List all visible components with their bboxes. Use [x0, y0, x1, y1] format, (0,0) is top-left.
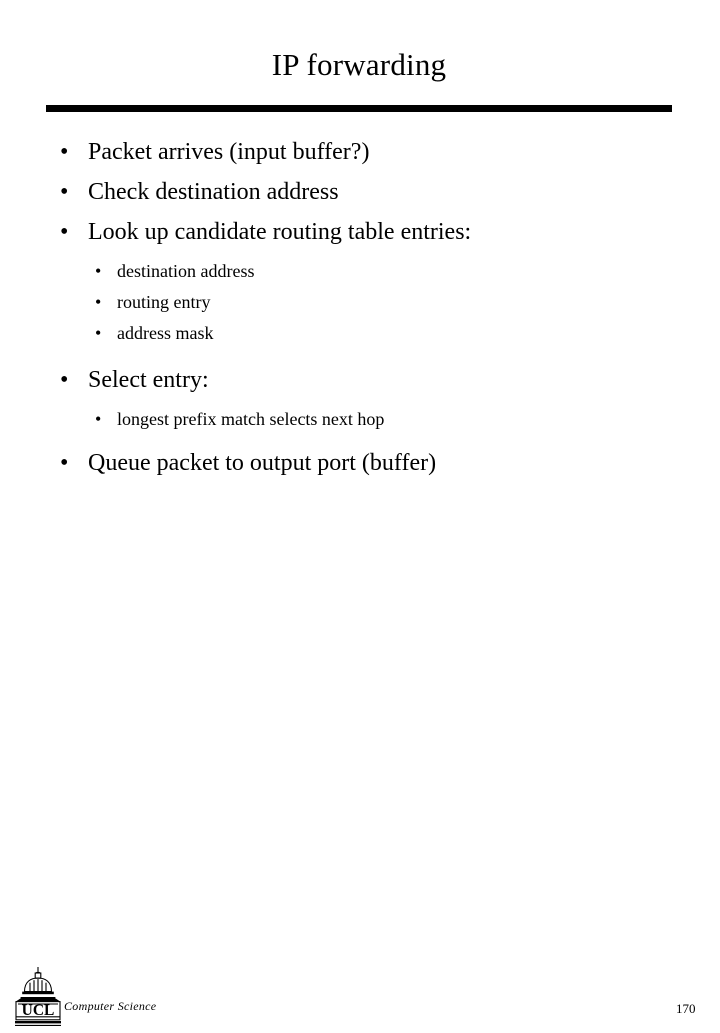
department-label: Computer Science [64, 999, 157, 1013]
list-item-label: Look up candidate routing table entries: [88, 219, 472, 245]
list-spacer [0, 349, 720, 360]
bullet-icon: • [95, 261, 102, 281]
title-divider [46, 105, 672, 112]
bullet-icon: • [95, 292, 102, 312]
sub-bullet-list: • longest prefix match selects next hop [0, 404, 720, 435]
list-item-label: Select entry: [88, 367, 209, 393]
bullet-list: • Packet arrives (input buffer?) • Check… [0, 132, 720, 483]
page-number: 170 [676, 1001, 696, 1016]
list-item: • address mask [0, 318, 720, 349]
sub-bullet-list: • destination address • routing entry • … [0, 256, 720, 349]
list-item: • Queue packet to output port (buffer) [0, 443, 720, 483]
list-item: • destination address [0, 256, 720, 287]
list-item: • Look up candidate routing table entrie… [0, 212, 720, 252]
ucl-logo-text: UCL [22, 1002, 55, 1019]
bullet-icon: • [60, 450, 69, 476]
bullet-icon: • [95, 323, 102, 343]
page-title: IP forwarding [271, 47, 447, 82]
bullet-icon: • [60, 367, 69, 393]
list-item-label: longest prefix match selects next hop [117, 409, 385, 429]
bullet-icon: • [60, 139, 69, 165]
bullet-icon: • [95, 409, 102, 429]
list-item: • longest prefix match selects next hop [0, 404, 720, 435]
list-item-label: Check destination address [88, 179, 339, 205]
slide-footer: UCL Computer Science 170 [0, 480, 720, 1026]
list-item: • Check destination address [0, 172, 720, 212]
list-item-label: Packet arrives (input buffer?) [88, 139, 370, 165]
bullet-icon: • [60, 219, 69, 245]
ucl-logo-icon: UCL [13, 966, 63, 1028]
list-item: • Select entry: [0, 360, 720, 400]
bullet-icon: • [60, 179, 69, 205]
slide-body: • Packet arrives (input buffer?) • Check… [0, 132, 720, 483]
list-item-label: routing entry [117, 292, 211, 312]
slide: IP forwarding • Packet arrives (input bu… [0, 0, 720, 1026]
list-item: • Packet arrives (input buffer?) [0, 132, 720, 172]
list-spacer [0, 435, 720, 443]
list-item-label: address mask [117, 323, 214, 343]
list-item-label: Queue packet to output port (buffer) [88, 450, 437, 476]
list-item: • routing entry [0, 287, 720, 318]
list-item-label: destination address [117, 261, 255, 281]
